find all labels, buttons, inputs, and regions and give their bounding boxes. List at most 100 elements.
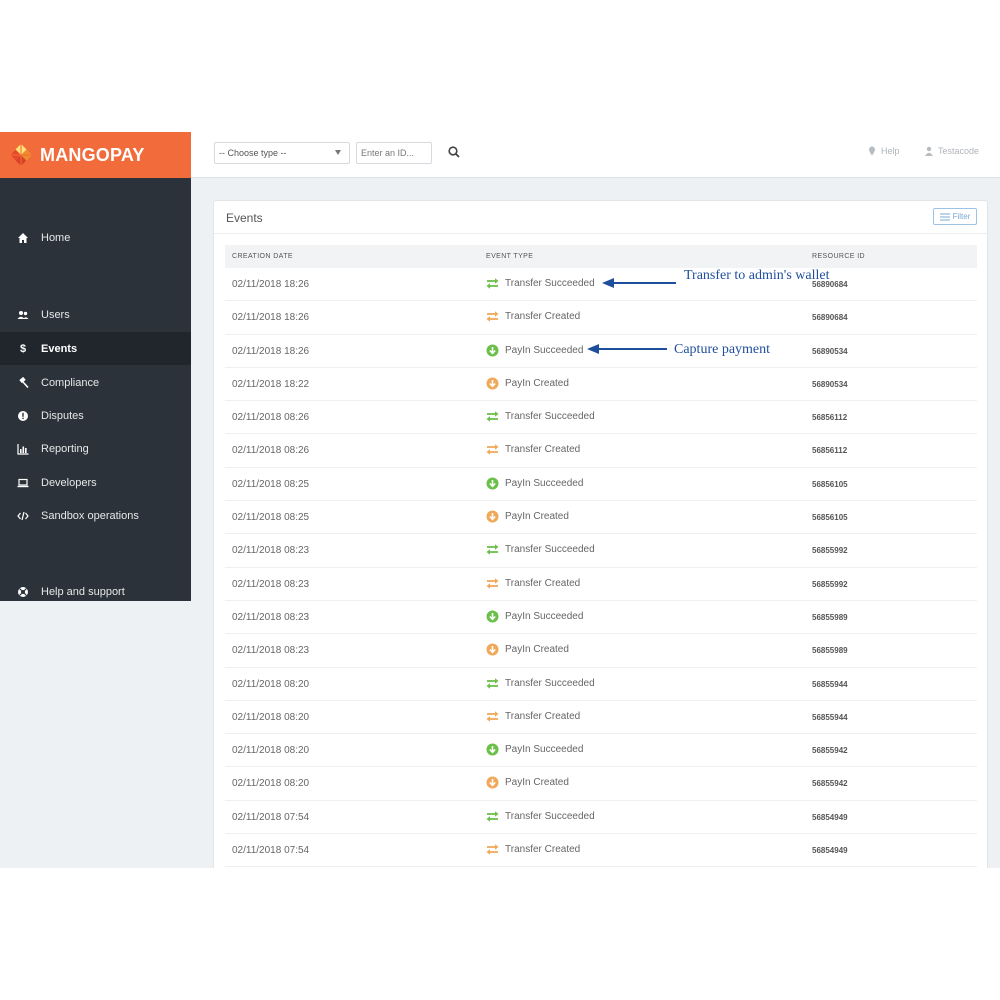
event-type-cell: Transfer Created (486, 843, 580, 856)
event-type-cell: Transfer Created (486, 577, 580, 590)
help-link[interactable]: Help (867, 146, 900, 156)
sidebar-item-help-and-support[interactable]: Help and support (0, 575, 191, 608)
table-row[interactable]: 02/11/2018 18:26 PayIn Succeeded 56890534 (225, 335, 977, 368)
sidebar-item-label: Disputes (41, 409, 84, 422)
column-header-event-type[interactable]: EVENT TYPE (486, 253, 533, 260)
bar-chart-icon (17, 443, 29, 455)
resource-id[interactable]: 56856105 (812, 480, 848, 489)
table-row[interactable]: 02/11/2018 08:25 PayIn Succeeded 56856105 (225, 468, 977, 502)
sidebar-item-disputes[interactable]: Disputes (0, 399, 191, 432)
sidebar-item-developers[interactable]: Developers (0, 466, 191, 499)
search-icon[interactable] (447, 145, 461, 159)
user-icon (925, 146, 933, 156)
event-type-select[interactable]: -- Choose type -- (214, 142, 350, 164)
table-row[interactable]: 02/11/2018 08:26 Transfer Created 56856112 (225, 434, 977, 468)
event-date: 02/11/2018 18:22 (232, 378, 310, 390)
sidebar-item-events[interactable]: $ Events (0, 332, 191, 365)
event-date: 02/11/2018 18:26 (232, 279, 310, 290)
filter-button[interactable]: Filter (933, 208, 977, 225)
event-type-cell: Transfer Created (486, 443, 580, 456)
annotation-transfer-note: Transfer to admin's wallet (684, 268, 830, 283)
event-type-cell: Transfer Succeeded (486, 410, 595, 423)
laptop-icon (17, 477, 29, 489)
table-row[interactable]: 02/11/2018 07:54 Transfer Succeeded 568549… (225, 801, 977, 835)
event-date: 02/11/2018 08:23 (232, 545, 310, 557)
table-header: CREATION DATE EVENT TYPE RESOURCE ID (225, 245, 977, 268)
resource-id-input[interactable] (356, 142, 432, 164)
help-link-label: Help (881, 146, 900, 156)
resource-id[interactable]: 56854949 (812, 813, 848, 822)
event-type-label: Transfer Created (505, 311, 581, 323)
sidebar-item-label: Sandbox operations (41, 509, 139, 522)
caret-down-icon (335, 150, 341, 155)
event-type-cell: Transfer Succeeded (486, 810, 595, 823)
column-header-resource-id[interactable]: RESOURCE ID (812, 253, 865, 260)
sidebar-item-reporting[interactable]: Reporting (0, 432, 191, 465)
table-row[interactable]: 02/11/2018 08:23 Transfer Succeeded 568559… (225, 534, 977, 568)
event-type-label: PayIn Succeeded (505, 477, 584, 489)
table-row[interactable]: 02/11/2018 08:23 PayIn Succeeded 56855989 (225, 601, 977, 635)
resource-id[interactable]: 56856112 (812, 413, 847, 422)
resource-id[interactable]: 56855992 (812, 580, 848, 589)
resource-id[interactable]: 56856105 (812, 513, 848, 522)
table-row[interactable]: 02/11/2018 08:20 PayIn Succeeded 56855942 (225, 734, 977, 768)
event-date: 02/11/2018 07:54 (232, 811, 310, 823)
sidebar-item-compliance[interactable]: Compliance (0, 366, 191, 399)
table-row[interactable]: 02/11/2018 18:26 Transfer Succeeded 568906… (225, 268, 977, 302)
event-type-cell: Transfer Created (486, 310, 580, 323)
resource-id[interactable]: 56855942 (812, 779, 848, 788)
resource-id[interactable]: 56855989 (812, 646, 848, 655)
code-icon (17, 510, 29, 522)
sidebar-item-users[interactable]: Users (0, 298, 191, 331)
table-row[interactable]: 02/11/2018 08:23 PayIn Created 56855989 (225, 634, 977, 668)
brand-header[interactable]: MANGOPAY (0, 132, 191, 178)
resource-id[interactable]: 56890534 (812, 380, 848, 389)
event-date: 02/11/2018 08:26 (232, 445, 310, 457)
user-menu-label: Testacode (938, 146, 980, 156)
table-row[interactable]: 02/11/2018 08:20 Transfer Succeeded 568559… (225, 668, 977, 701)
transfer-arrows-icon (486, 278, 499, 289)
resource-id[interactable]: 56855944 (812, 713, 848, 722)
panel-title: Events (226, 211, 263, 225)
resource-id[interactable]: 56855944 (812, 680, 848, 689)
event-date: 02/11/2018 08:20 (232, 778, 310, 790)
dollar-icon: $ (19, 342, 27, 355)
table-row[interactable]: 02/11/2018 18:22 PayIn Created 56890534 (225, 368, 977, 402)
resource-id[interactable]: 56855992 (812, 546, 848, 555)
resource-id[interactable]: 56890534 (812, 347, 848, 356)
payin-arrow-down-icon (486, 344, 499, 357)
event-type-cell: PayIn Succeeded (486, 743, 583, 756)
events-panel: Events Filter CREATION DATE EVENT TYPE R… (213, 200, 988, 868)
events-table: CREATION DATE EVENT TYPE RESOURCE ID 02/… (225, 245, 977, 868)
table-row[interactable]: 02/11/2018 08:20 Transfer Created 56855944 (225, 701, 977, 735)
table-row[interactable]: 02/11/2018 08:20 PayIn Created 56855942 (225, 767, 977, 801)
table-row[interactable]: 02/11/2018 08:26 Transfer Succeeded 568561… (225, 401, 977, 435)
event-type-cell: PayIn Succeeded (486, 610, 583, 623)
payin-arrow-down-icon (486, 377, 499, 390)
transfer-arrows-icon (486, 810, 499, 822)
annotation-payin-note: Capture payment (674, 342, 771, 357)
event-type-select-value: -- Choose type -- (219, 148, 287, 158)
event-type-label: Transfer Succeeded (505, 278, 595, 289)
table-row[interactable]: 02/11/2018 08:25 PayIn Created 56856105 (225, 501, 977, 535)
table-row[interactable]: 02/11/2018 08:23 Transfer Created 56855992 (225, 568, 977, 601)
resource-id[interactable]: 56856112 (812, 446, 847, 455)
table-row[interactable]: 02/11/2018 07:54 Transfer Created 56854949 (225, 834, 977, 868)
resource-id[interactable]: 56890684 (812, 313, 848, 322)
home-icon (17, 232, 29, 244)
sidebar-item-home[interactable]: Home (0, 221, 191, 254)
app-window: MANGOPAY Home Users $ Events Compliance (0, 132, 1000, 868)
resource-id[interactable]: 56854949 (812, 846, 848, 855)
resource-id[interactable]: 56855989 (812, 613, 848, 622)
filter-icon (939, 213, 950, 220)
table-row[interactable]: 02/11/2018 18:26 Transfer Created 56890684 (225, 301, 977, 335)
column-header-creation-date[interactable]: CREATION DATE (232, 253, 293, 260)
resource-id[interactable]: 56855942 (812, 746, 848, 755)
gavel-icon (17, 376, 29, 389)
sidebar-item-sandbox-operations[interactable]: Sandbox operations (0, 499, 191, 532)
event-type-label: Transfer Created (505, 577, 581, 589)
event-type-cell: PayIn Created (486, 510, 569, 523)
payin-arrow-down-icon (486, 776, 499, 789)
event-date: 02/11/2018 08:20 (232, 745, 310, 757)
user-menu[interactable]: Testacode (924, 146, 979, 156)
